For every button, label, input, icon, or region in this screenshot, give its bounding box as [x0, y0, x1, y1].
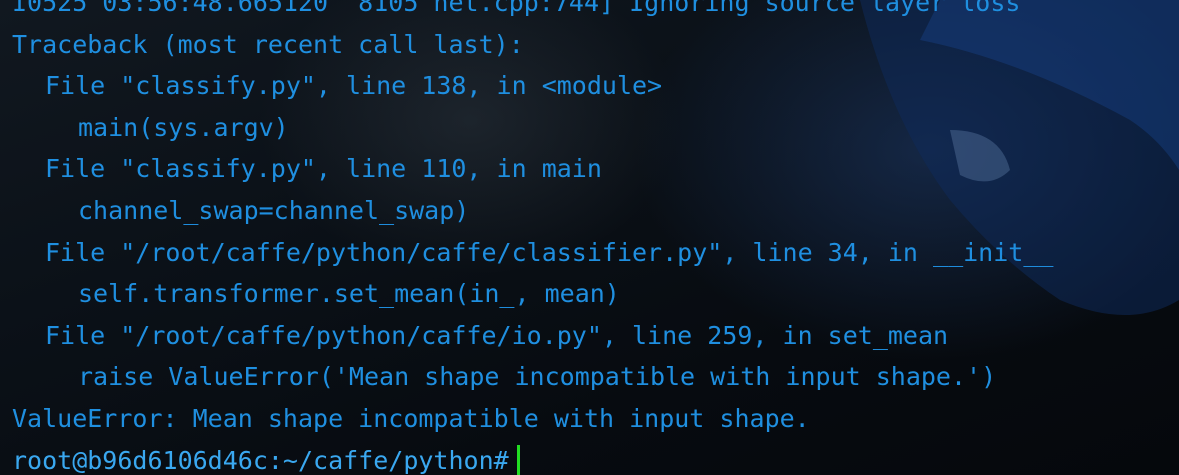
terminal-line: self.transformer.set_mean(in_, mean) — [78, 279, 620, 309]
terminal-line: File "/root/caffe/python/caffe/io.py", l… — [45, 320, 949, 350]
terminal-line: raise ValueError('Mean shape incompatibl… — [78, 362, 997, 392]
shell-prompt-row[interactable]: root@b96d6106d46c:~/caffe/python# — [12, 440, 1053, 475]
terminal-window[interactable]: I0525 03:56:48.665120 8105 net.cpp:744] … — [0, 0, 1179, 475]
terminal-line: File "classify.py", line 138, in <module… — [45, 71, 663, 101]
terminal-line: Traceback (most recent call last): — [12, 29, 524, 59]
terminal-line: ValueError: Mean shape incompatible with… — [12, 403, 810, 433]
terminal-line: File "/root/caffe/python/caffe/classifie… — [45, 237, 1054, 267]
terminal-line: I0525 03:56:48.665120 8105 net.cpp:744] … — [12, 0, 1021, 17]
shell-prompt: root@b96d6106d46c:~/caffe/python# — [12, 445, 509, 475]
terminal-output: I0525 03:56:48.665120 8105 net.cpp:744] … — [12, 0, 1053, 475]
terminal-line: File "classify.py", line 110, in main — [45, 154, 602, 184]
terminal-line: main(sys.argv) — [78, 112, 289, 142]
terminal-line: channel_swap=channel_swap) — [78, 195, 470, 225]
text-cursor — [516, 444, 520, 475]
